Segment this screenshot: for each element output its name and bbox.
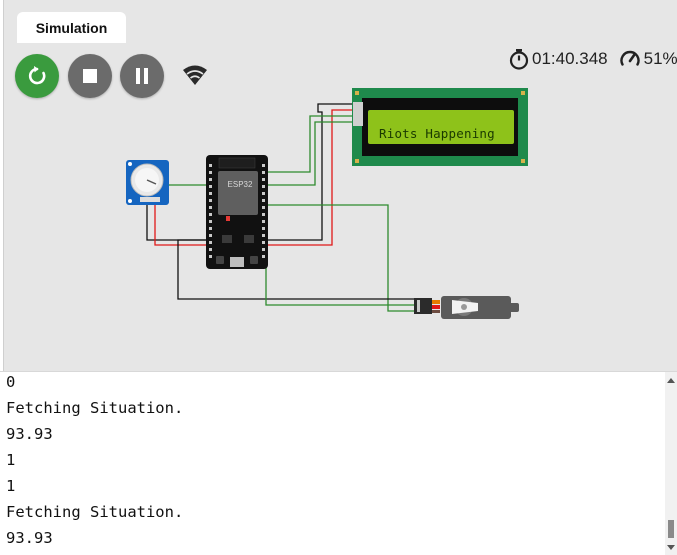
potentiometer[interactable] — [126, 160, 169, 205]
serial-line: Fetching Situation. — [6, 399, 184, 417]
scroll-down-icon[interactable] — [667, 545, 675, 550]
serial-line: Fetching Situation. — [6, 503, 184, 521]
lcd-text: Riots Happening — [379, 126, 495, 141]
wire-potentiometer-gnd — [146, 203, 212, 241]
serial-line: 0 — [6, 373, 16, 391]
wire-potentiometer-vcc — [154, 203, 212, 246]
serial-output: 0 Fetching Situation. 93.93 1 1 Fetching… — [6, 369, 183, 551]
serial-line: 1 — [6, 451, 16, 469]
serial-line: 93.93 — [6, 529, 53, 547]
esp32-board[interactable] — [206, 155, 268, 269]
console-scrollbar[interactable] — [665, 372, 677, 555]
esp32-label: ESP32 — [227, 180, 253, 189]
serial-line: 1 — [6, 477, 16, 495]
serial-line: 93.93 — [6, 425, 53, 443]
circuit-diagram — [126, 88, 528, 319]
wire-servo-signal — [268, 204, 418, 312]
wire-servo-vcc — [265, 258, 418, 306]
servo-motor[interactable] — [414, 296, 519, 319]
scroll-up-icon[interactable] — [667, 378, 675, 383]
scrollbar-thumb[interactable] — [668, 520, 674, 538]
wire-lcd-sda — [268, 115, 352, 173]
serial-monitor[interactable]: 0 Fetching Situation. 93.93 1 1 Fetching… — [0, 371, 677, 555]
